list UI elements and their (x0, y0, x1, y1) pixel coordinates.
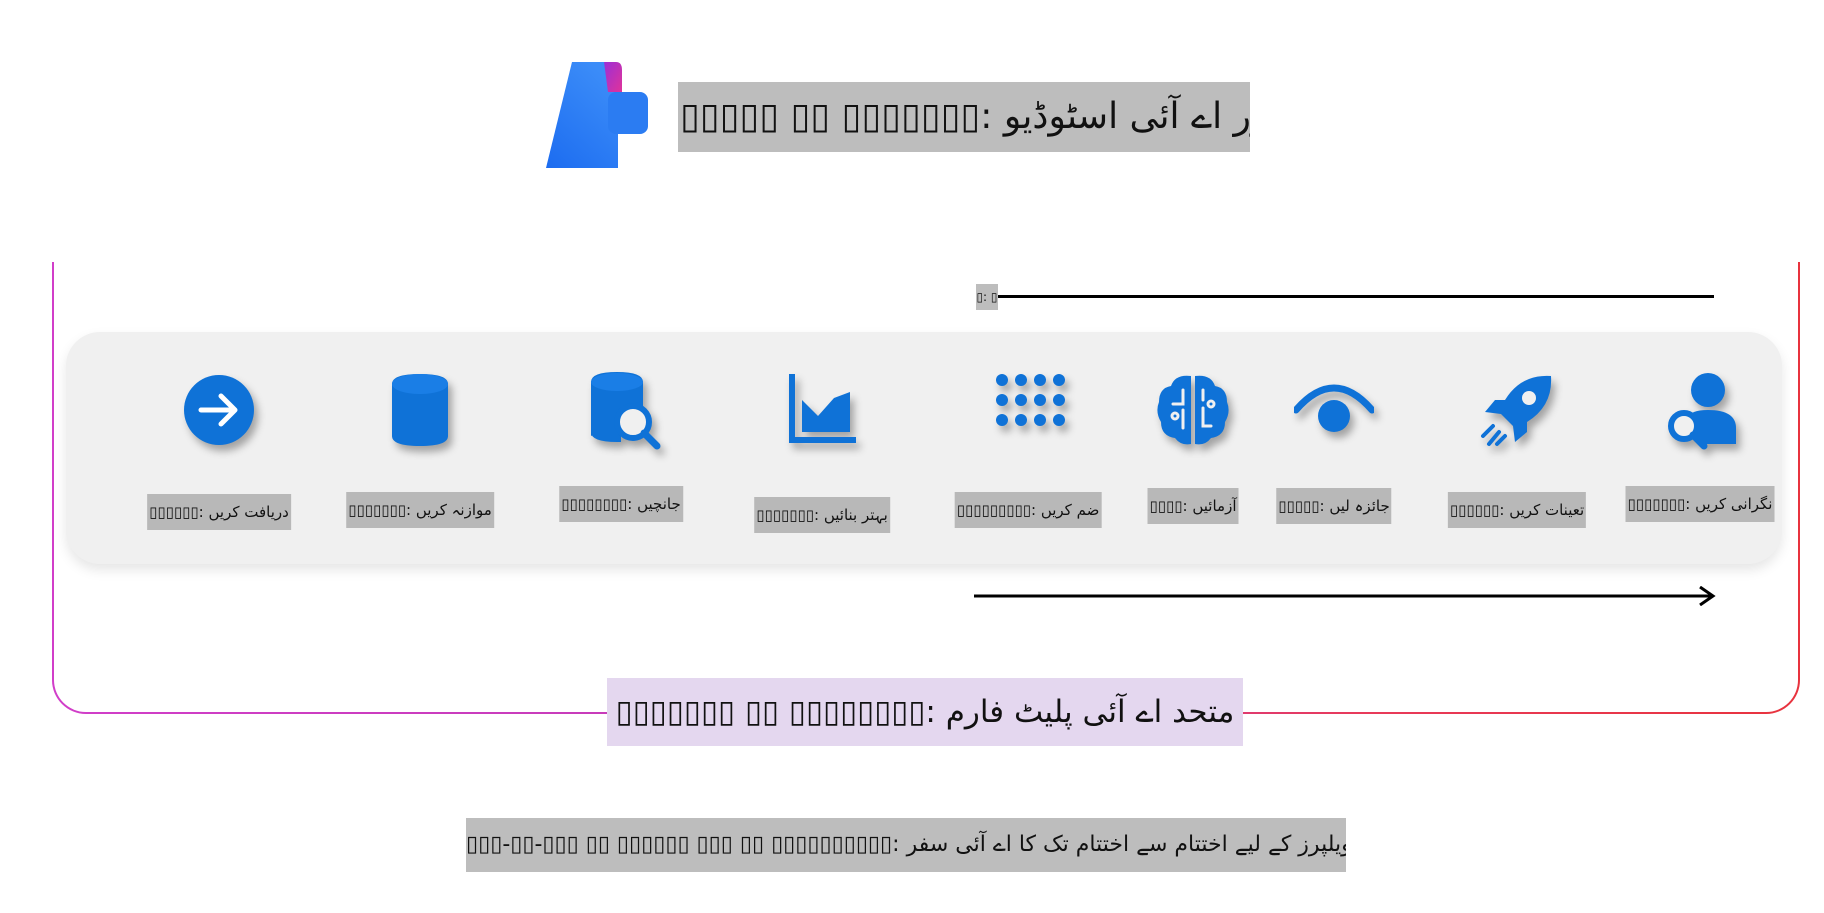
step-label: ▯▯▯▯▯▯▯▯: جانچیں (559, 486, 683, 522)
database-icon (392, 374, 448, 446)
step-label: ▯▯▯▯▯▯: تعینات کریں (1447, 492, 1587, 528)
arrow-right-circle-icon (184, 375, 254, 445)
step-monitor[interactable]: ▯▯▯▯▯▯▯: نگرانی کریں (1600, 332, 1800, 564)
step-label: ▯▯▯▯▯▯▯: بہتر بنائیں (754, 497, 890, 533)
step-label: ▯▯▯▯▯▯▯▯▯: ضم کریں (954, 492, 1102, 528)
timeline-line (998, 295, 1714, 298)
person-search-icon (1668, 373, 1736, 450)
page-title: ▯▯▯▯▯ ▯▯ ▯▯▯▯▯▯▯: ایزور اے آئی اسٹوڈیو (678, 82, 1250, 152)
area-chart-icon (789, 374, 856, 443)
rocket-icon (1481, 375, 1552, 446)
workflow-panel: ▯▯▯▯▯▯: دریافت کریں ▯▯▯▯▯▯▯: موازنہ کریں… (66, 332, 1782, 564)
azure-ai-studio-logo (546, 62, 648, 168)
step-compare[interactable]: ▯▯▯▯▯▯▯: موازنہ کریں (320, 332, 520, 564)
step-review[interactable]: ▯▯▯▯▯: جائزہ لیں (1234, 332, 1434, 564)
step-label: ▯▯▯▯▯: جائزہ لیں (1276, 488, 1392, 524)
step-assess[interactable]: ▯▯▯▯▯▯▯▯: جانچیں (521, 332, 721, 564)
step-label: ▯▯▯▯▯▯▯: موازنہ کریں (346, 492, 494, 528)
step-label: ▯▯▯▯▯▯▯: نگرانی کریں (1625, 486, 1775, 522)
timeline-arrow (974, 586, 1716, 606)
step-label: ▯▯▯▯: آزمائیں (1147, 488, 1239, 524)
database-search-icon (591, 372, 661, 450)
platform-title: ▯▯▯▯▯▯▯ ▯▯ ▯▯▯▯▯▯▯▯: متحد اے آئی پلیٹ فا… (607, 678, 1243, 746)
step-discover[interactable]: ▯▯▯▯▯▯: دریافت کریں (119, 332, 319, 564)
eye-icon (1294, 384, 1374, 432)
step-label: ▯▯▯▯▯▯: دریافت کریں (147, 494, 291, 530)
dot-grid-icon (996, 374, 1065, 426)
brain-icon (1157, 375, 1229, 445)
step-deploy[interactable]: ▯▯▯▯▯▯: تعینات کریں (1417, 332, 1617, 564)
step-improve[interactable]: ▯▯▯▯▯▯▯: بہتر بنائیں (722, 332, 922, 564)
timeline-label: ▯: ▯ (976, 284, 998, 310)
footer-caption: ▯▯▯-▯▯-▯▯▯ ▯▯ ▯▯▯▯▯▯ ▯▯▯ ▯▯ ▯▯▯▯▯▯▯▯▯▯: … (466, 818, 1346, 872)
